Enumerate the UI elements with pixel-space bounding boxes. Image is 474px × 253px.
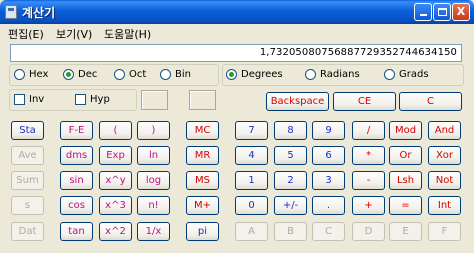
or-button[interactable]: Or [389,146,422,165]
digit-5-button[interactable]: 5 [274,146,307,165]
x-squared-button[interactable]: x^2 [99,222,132,241]
radio-hex-dot [14,69,25,80]
close-paren-button[interactable]: ) [137,121,170,140]
sin-button[interactable]: sin [60,171,93,190]
digit-1-button[interactable]: 1 [235,171,268,190]
radio-radians-dot [305,69,316,80]
inv-checkbox[interactable]: Inv [14,94,44,105]
mod-button[interactable]: Mod [389,121,422,140]
inv-checkbox-box [14,94,25,105]
sta-button[interactable]: Sta [11,121,44,140]
memory-indicator [189,90,216,110]
close-button[interactable]: X [452,3,470,21]
pi-button[interactable]: pi [186,222,219,241]
int-button[interactable]: Int [428,196,461,215]
hyp-checkbox-box [75,94,86,105]
x-pow-y-button[interactable]: x^y [99,171,132,190]
digit-2-button[interactable]: 2 [274,171,307,190]
radio-bin-dot [160,69,171,80]
maximize-button[interactable] [433,3,451,21]
maximize-icon [437,8,447,16]
minimize-button[interactable] [414,3,432,21]
digit-4-button[interactable]: 4 [235,146,268,165]
c-button[interactable]: C [399,92,462,111]
sign-toggle-button[interactable]: +/- [274,196,307,215]
menu-bar: 편집(E) 보기(V) 도움말(H) [0,24,474,42]
digit-7-button[interactable]: 7 [235,121,268,140]
ave-button[interactable]: Ave [11,146,44,165]
ln-button[interactable]: ln [137,146,170,165]
minimize-icon [419,14,427,16]
exp-button[interactable]: Exp [99,146,132,165]
radio-grads[interactable]: Grads [384,69,429,80]
radio-dec-dot [63,69,74,80]
digit-6-button[interactable]: 6 [312,146,345,165]
digit-9-button[interactable]: 9 [312,121,345,140]
digit-3-button[interactable]: 3 [312,171,345,190]
mr-button[interactable]: MR [186,146,219,165]
ce-button[interactable]: CE [333,92,396,111]
window-title: 계산기 [22,6,56,20]
close-icon: X [456,5,466,18]
radio-hex[interactable]: Hex [14,69,48,80]
sum-button[interactable]: Sum [11,171,44,190]
radio-bin[interactable]: Bin [160,69,191,80]
decimal-point-button[interactable]: . [312,196,345,215]
dms-button[interactable]: dms [60,146,93,165]
equals-button[interactable]: = [389,196,422,215]
menu-view[interactable]: 보기(V) [56,26,92,42]
parenthesis-indicator [141,90,168,110]
cos-button[interactable]: cos [60,196,93,215]
title-bar: 계산기 X [0,0,474,24]
radio-oct[interactable]: Oct [114,69,146,80]
hyp-checkbox[interactable]: Hyp [75,94,110,105]
hex-e-button[interactable]: E [389,222,422,241]
digit-8-button[interactable]: 8 [274,121,307,140]
mc-button[interactable]: MC [186,121,219,140]
open-paren-button[interactable]: ( [99,121,132,140]
ms-button[interactable]: MS [186,171,219,190]
s-button[interactable]: s [11,196,44,215]
fe-button[interactable]: F-E [60,121,93,140]
and-button[interactable]: And [428,121,461,140]
hex-d-button[interactable]: D [352,222,385,241]
hex-c-button[interactable]: C [312,222,345,241]
hex-a-button[interactable]: A [235,222,268,241]
radio-oct-dot [114,69,125,80]
not-button[interactable]: Not [428,171,461,190]
subtract-button[interactable]: - [352,171,385,190]
reciprocal-button[interactable]: 1/x [137,222,170,241]
add-button[interactable]: + [352,196,385,215]
lsh-button[interactable]: Lsh [389,171,422,190]
multiply-button[interactable]: * [352,146,385,165]
m-plus-button[interactable]: M+ [186,196,219,215]
radio-degrees[interactable]: Degrees [226,69,283,80]
result-display: 1,73205080756887729352744634150 [10,44,462,62]
digit-0-button[interactable]: 0 [235,196,268,215]
calculator-icon [5,5,17,19]
radio-degrees-dot [226,69,237,80]
backspace-button[interactable]: Backspace [266,92,329,111]
divide-button[interactable]: / [352,121,385,140]
tan-button[interactable]: tan [60,222,93,241]
radio-radians[interactable]: Radians [305,69,360,80]
log-button[interactable]: log [137,171,170,190]
radio-dec[interactable]: Dec [63,69,97,80]
x-cubed-button[interactable]: x^3 [99,196,132,215]
hex-b-button[interactable]: B [274,222,307,241]
radio-grads-dot [384,69,395,80]
menu-edit[interactable]: 편집(E) [8,26,44,42]
xor-button[interactable]: Xor [428,146,461,165]
hex-f-button[interactable]: F [428,222,461,241]
menu-help[interactable]: 도움말(H) [104,26,151,42]
dat-button[interactable]: Dat [11,222,44,241]
factorial-button[interactable]: n! [137,196,170,215]
